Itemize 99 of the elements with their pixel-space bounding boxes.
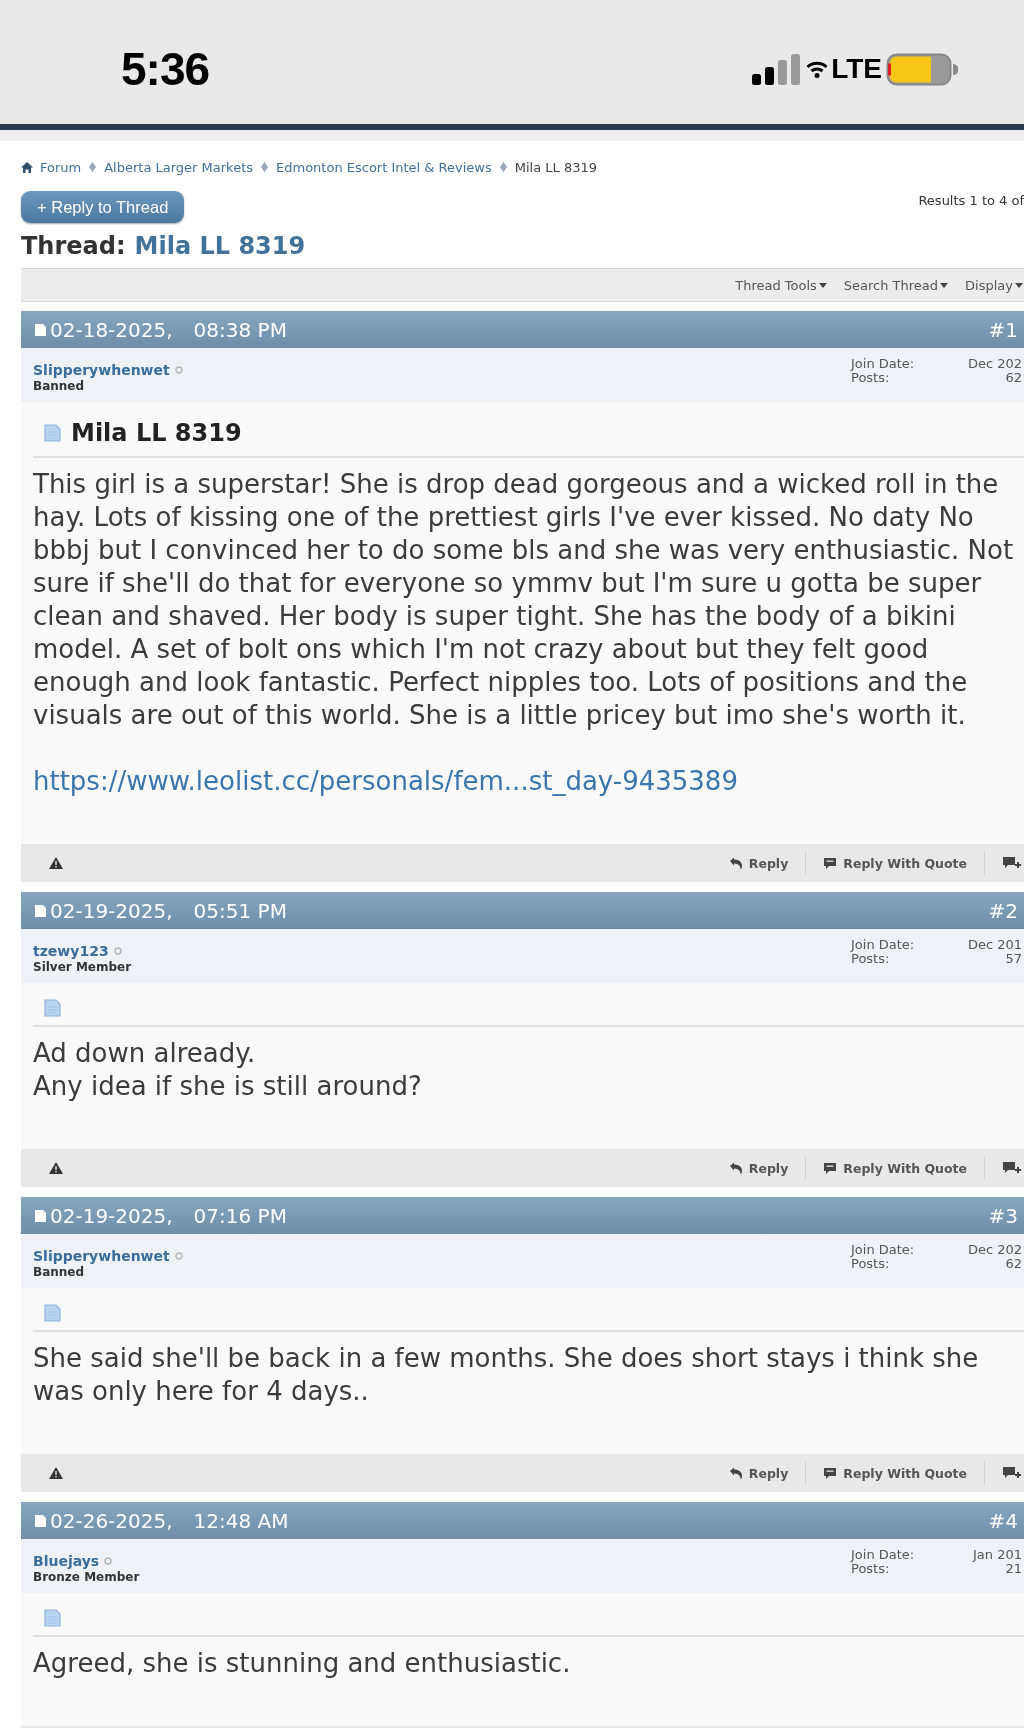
signal-icon (752, 53, 801, 85)
document-icon (35, 1514, 46, 1527)
username-link[interactable]: Slipperywhenwet (33, 1248, 183, 1264)
caret-icon (1015, 282, 1023, 288)
speech-bubble-icon (823, 1466, 838, 1480)
thread-label: Thread: (21, 231, 126, 261)
warning-icon[interactable] (49, 1162, 63, 1174)
posts-label: Posts: (851, 1257, 891, 1271)
posts-label: Posts: (851, 371, 891, 385)
reply-with-quote-button[interactable]: Reply With Quote (805, 851, 984, 875)
post-time: 05:51 PM (193, 898, 287, 923)
post-text: Agreed, she is stunning and enthusiastic. (33, 1647, 572, 1680)
toolbar-menu-button[interactable]: Search Thread (843, 277, 949, 293)
diamond-icon (89, 162, 97, 172)
document-icon (35, 1209, 46, 1222)
join-date-value: Dec 202 (966, 357, 1022, 371)
url-link[interactable]: https://www.leolist.cc/personals/fem...st_day-9435389 (33, 765, 738, 798)
join-date-value: Dec 202 (966, 1243, 1022, 1257)
post-date: 02-19-2025, (50, 1203, 173, 1228)
reply-with-quote-button[interactable]: Reply With Quote (805, 1156, 984, 1180)
username-link[interactable]: tzewy123 (33, 943, 132, 959)
document-icon (44, 999, 61, 1017)
toolbar-menu-button[interactable]: Thread Tools (735, 277, 827, 293)
post-text: Any idea if she is still around? (33, 1070, 423, 1103)
home-icon[interactable] (21, 161, 33, 173)
caret-icon (940, 282, 949, 288)
caret-icon (818, 282, 827, 288)
diamond-icon (261, 162, 269, 172)
reply-arrow-icon (728, 1466, 743, 1480)
offline-status-icon (174, 1252, 183, 1260)
username-link[interactable]: Bluejays (33, 1553, 140, 1569)
post-number-link[interactable]: #1 (988, 317, 1018, 342)
breadcrumb-current: Mila LL 8319 (514, 159, 598, 175)
offline-status-icon (104, 1557, 113, 1565)
document-icon (35, 904, 46, 917)
diamond-icon (499, 162, 507, 172)
multi-quote-button[interactable] (984, 1461, 1024, 1485)
breadcrumb-link[interactable]: Edmonton Escort Intel & Reviews (276, 159, 492, 175)
document-icon (44, 424, 61, 442)
post-date: 02-26-2025, (50, 1508, 173, 1533)
document-icon (35, 323, 46, 336)
posts-label: Posts: (851, 952, 891, 966)
user-rank: Banned (33, 1265, 86, 1279)
speech-bubble-icon (823, 1161, 838, 1175)
reply-button[interactable]: Reply (711, 1156, 806, 1180)
post-number-link[interactable]: #3 (988, 1203, 1018, 1228)
warning-icon[interactable] (49, 857, 63, 869)
post-text: This girl is a superstar! She is drop dead gorgeous and a wicked roll in the hay. Lots of kissing one of the prettiest girls I've ever kissed. No daty No bbbj but I convinced her to do some bls and she was very enthusiastic. Not sure if she'll do that for everyone so ymmv but I'm sure u gotta be super clean and shaved. Her body is super tight. She has the body of a bikini model. A set of bolt ons which I'm not crazy about but they felt good enough and look fantastic. Perfect nipples too. Lots of positions and the visuals are out of this world. She is a little pricey but imo she's worth it. (33, 468, 1015, 732)
post-text: She said she'll be back in a few months. She does short stays i think she was only here for 4 days.. (33, 1342, 980, 1408)
results-count: Results 1 to 4 of (918, 193, 1024, 210)
posts-count: 57 (1004, 952, 1022, 966)
battery-icon (886, 52, 958, 86)
breadcrumb-link[interactable]: Forum (40, 159, 82, 175)
reply-with-quote-button[interactable]: Reply With Quote (805, 1461, 984, 1485)
document-icon (44, 1609, 61, 1627)
post-number-link[interactable]: #4 (988, 1508, 1018, 1533)
join-date-value: Jan 201 (971, 1548, 1022, 1562)
post-text: Ad down already. (33, 1037, 257, 1070)
thread-title: Mila LL 8319 (134, 231, 306, 261)
toolbar-menu-button[interactable]: Display (965, 277, 1023, 293)
post-date: 02-19-2025, (50, 898, 173, 923)
join-date-label: Join Date: (851, 938, 915, 952)
offline-status-icon (174, 366, 183, 374)
multi-quote-icon (1002, 1466, 1022, 1480)
post-number-link[interactable]: #2 (988, 898, 1018, 923)
user-rank: Bronze Member (33, 1570, 140, 1584)
wifi-icon (806, 60, 829, 78)
user-rank: Silver Member (33, 960, 132, 974)
post-time: 12:48 AM (193, 1508, 289, 1533)
multi-quote-icon (1002, 1161, 1022, 1175)
join-date-label: Join Date: (851, 1243, 915, 1257)
join-date-label: Join Date: (851, 357, 915, 371)
offline-status-icon (113, 947, 122, 955)
join-date-label: Join Date: (851, 1548, 915, 1562)
posts-count: 21 (1004, 1562, 1022, 1576)
post-date: 02-18-2025, (50, 317, 173, 342)
reply-to-thread-button[interactable]: + Reply to Thread (21, 191, 185, 223)
reply-button[interactable]: Reply (711, 851, 806, 875)
join-date-value: Dec 201 (966, 938, 1022, 952)
reply-arrow-icon (728, 1161, 743, 1175)
network-label: LTE (831, 52, 882, 86)
post-time: 08:38 PM (193, 317, 287, 342)
post-time: 07:16 PM (193, 1203, 287, 1228)
posts-count: 62 (1004, 1257, 1022, 1271)
posts-label: Posts: (851, 1562, 891, 1576)
reply-button[interactable]: Reply (711, 1461, 806, 1485)
posts-count: 62 (1004, 371, 1022, 385)
username-link[interactable]: Slipperywhenwet (33, 362, 183, 378)
warning-icon[interactable] (49, 1467, 63, 1479)
multi-quote-button[interactable] (984, 1156, 1024, 1180)
post-title: Mila LL 8319 (71, 418, 242, 448)
user-rank: Banned (33, 379, 86, 393)
multi-quote-icon (1002, 856, 1022, 870)
status-time: 5:36 (121, 42, 210, 96)
breadcrumb-link[interactable]: Alberta Larger Markets (104, 159, 254, 175)
reply-arrow-icon (728, 856, 743, 870)
multi-quote-button[interactable] (984, 851, 1024, 875)
document-icon (44, 1304, 61, 1322)
speech-bubble-icon (823, 856, 838, 870)
